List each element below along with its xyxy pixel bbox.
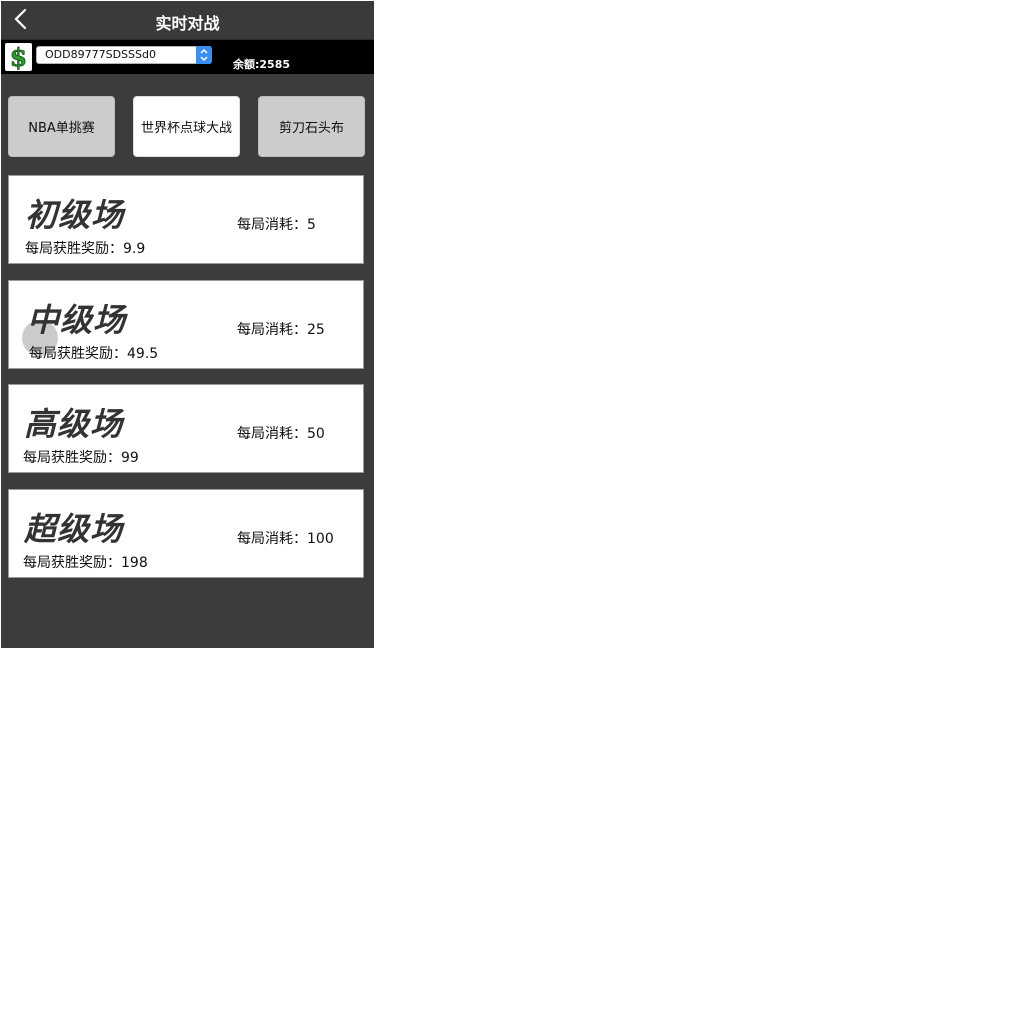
tab-world-cup[interactable]: 世界杯点球大战 — [133, 96, 240, 157]
tab-rock-paper-scissors-label: 剪刀石头布 — [278, 121, 344, 136]
level-card-intermediate[interactable]: 中级场 每局消耗：25 每局获胜奖励：49.5 — [8, 280, 364, 369]
level-title: 初级场 — [25, 196, 125, 234]
balance-text: 余额:2585 — [233, 58, 291, 71]
nav-bar: 实时对战 — [1, 1, 374, 40]
level-title: 超级场 — [24, 510, 124, 548]
level-reward: 每局获胜奖励：198 — [23, 555, 148, 571]
select-arrows-icon — [196, 46, 212, 64]
level-cost: 每局消耗：50 — [237, 426, 325, 442]
svg-text:$: $ — [10, 43, 27, 71]
level-title: 高级场 — [24, 405, 124, 443]
tab-nba[interactable]: NBA单挑赛 — [8, 96, 115, 157]
tab-nba-label: NBA单挑赛 — [28, 121, 95, 136]
level-card-super[interactable]: 超级场 每局消耗：100 每局获胜奖励：198 — [8, 489, 364, 578]
phone-screen: 实时对战 $ ODD89777SDSSSd0 余额:2585 NBA单挑赛 世界… — [1, 1, 374, 648]
page-title: 实时对战 — [155, 14, 220, 33]
dollar-coin-icon: $ — [5, 43, 32, 72]
tab-rock-paper-scissors[interactable]: 剪刀石头布 — [258, 96, 365, 157]
level-reward: 每局获胜奖励：99 — [23, 450, 139, 466]
level-card-beginner[interactable]: 初级场 每局消耗：5 每局获胜奖励：9.9 — [8, 175, 364, 264]
level-title: 中级场 — [27, 301, 127, 339]
level-card-advanced[interactable]: 高级场 每局消耗：50 每局获胜奖励：99 — [8, 384, 364, 473]
account-bar: $ ODD89777SDSSSd0 余额:2585 — [1, 40, 374, 74]
account-select-value: ODD89777SDSSSd0 — [45, 48, 156, 61]
level-reward: 每局获胜奖励：49.5 — [29, 346, 159, 362]
tab-world-cup-label: 世界杯点球大战 — [140, 121, 232, 136]
level-cost: 每局消耗：25 — [237, 322, 325, 338]
account-select[interactable]: ODD89777SDSSSd0 — [36, 46, 212, 64]
level-cost: 每局消耗：100 — [237, 531, 334, 547]
level-cost: 每局消耗：5 — [237, 217, 316, 233]
level-reward: 每局获胜奖励：9.9 — [25, 241, 146, 257]
